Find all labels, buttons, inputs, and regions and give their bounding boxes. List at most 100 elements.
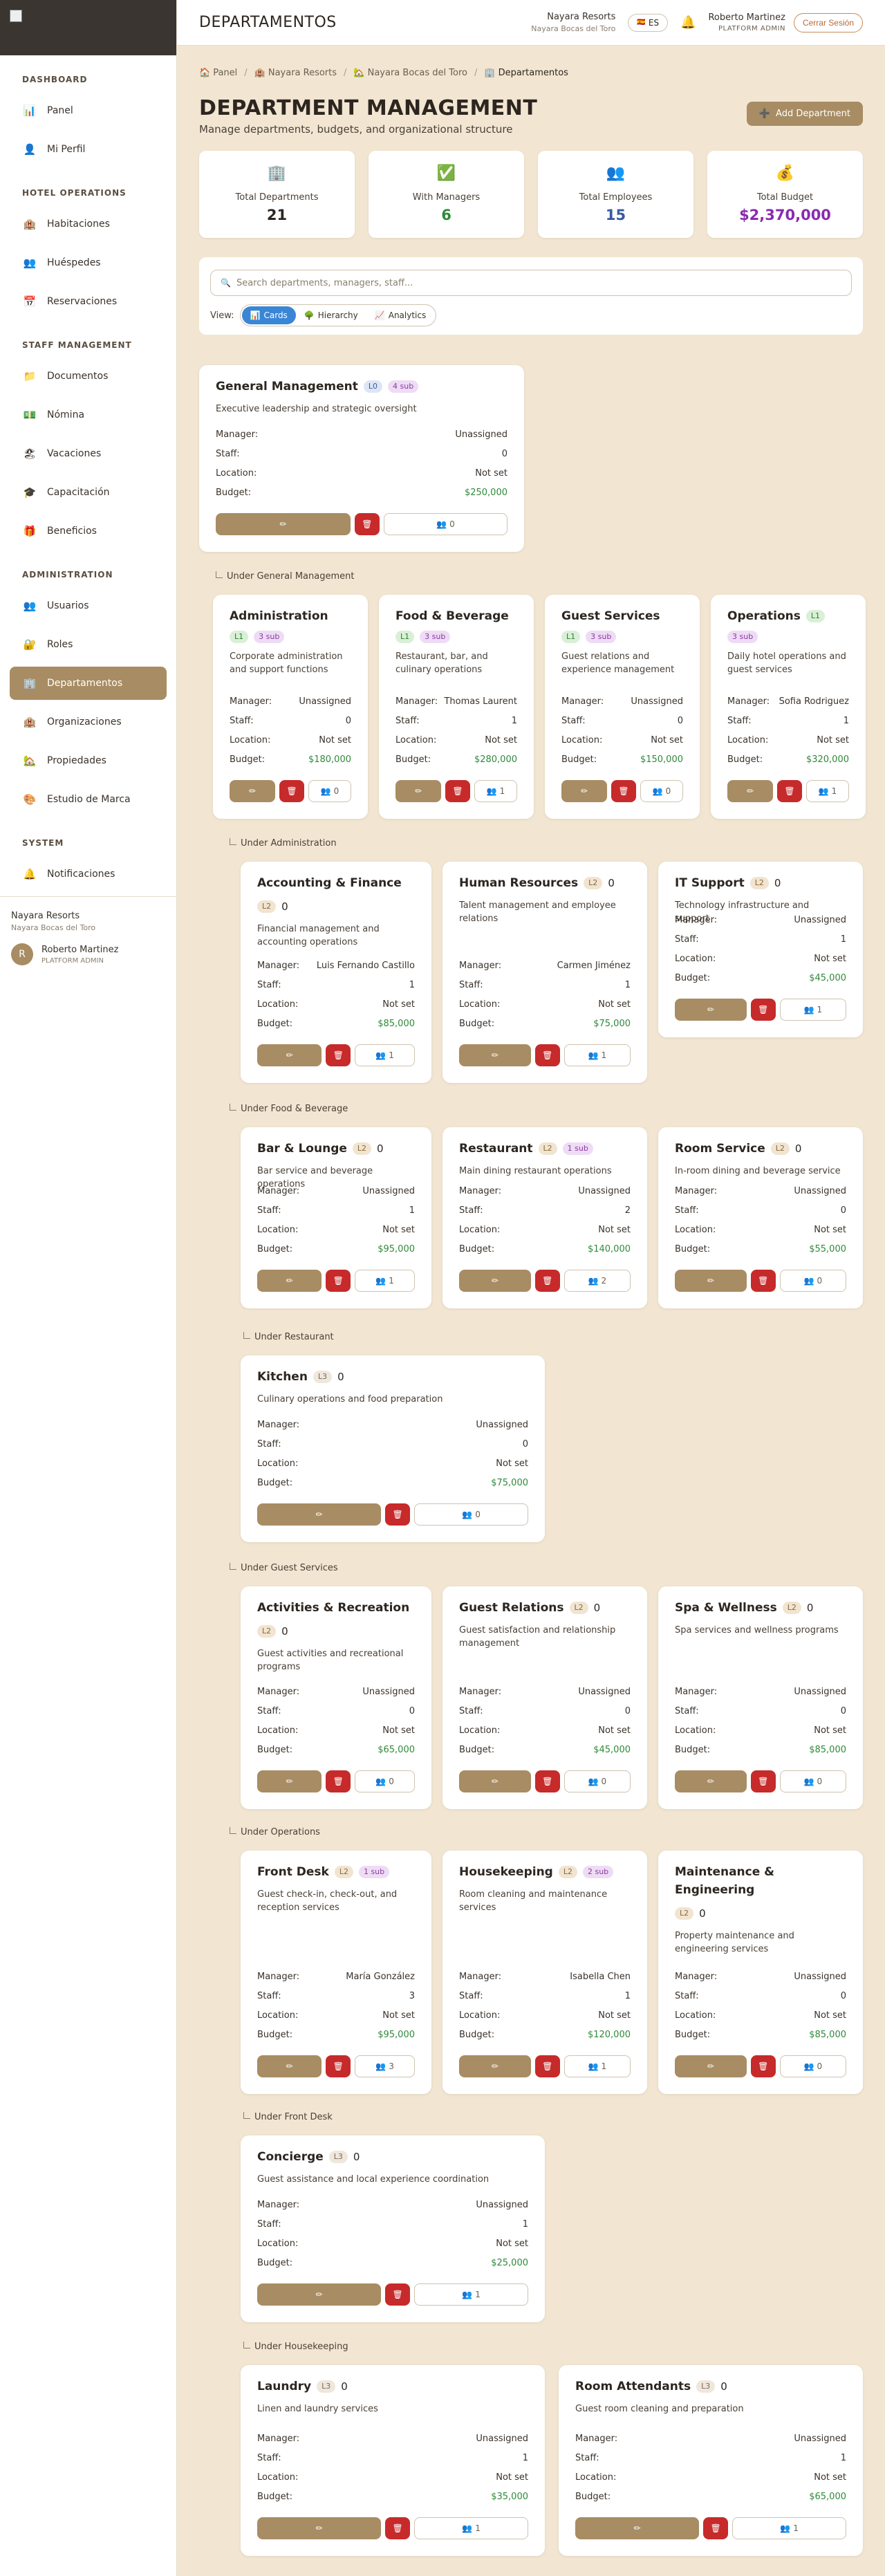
sidebar-item-habitaciones[interactable]: 🏨 Habitaciones	[10, 207, 167, 241]
breadcrumb-item-org[interactable]: 🏨 Nayara Resorts	[254, 68, 337, 78]
department-card[interactable]: Bar & Lounge L2 0 Bar service and beverag…	[241, 1127, 431, 1308]
view-staff-button[interactable]: 👥 0	[355, 1770, 415, 1792]
delete-button[interactable]: 🗑	[354, 513, 380, 535]
edit-button[interactable]: ✏	[257, 2283, 382, 2306]
department-card[interactable]: General Management L0 4 sub Executive lea…	[199, 365, 524, 552]
view-staff-button[interactable]: 👥 1	[779, 999, 846, 1021]
delete-button[interactable]: 🗑	[750, 1270, 776, 1292]
edit-button[interactable]: ✏	[395, 780, 441, 802]
view-staff-button[interactable]: 👥 1	[563, 2055, 631, 2077]
sidebar-item-notificaciones[interactable]: 🔔 Notificaciones	[10, 858, 167, 891]
edit-button[interactable]: ✏	[459, 2055, 531, 2077]
view-analytics-button[interactable]: 📈 Analytics	[366, 306, 434, 324]
view-staff-button[interactable]: 👥 0	[563, 1770, 631, 1792]
delete-button[interactable]: 🗑	[326, 1770, 351, 1792]
edit-button[interactable]: ✏	[675, 2055, 747, 2077]
edit-button[interactable]: ✏	[675, 1770, 747, 1792]
sidebar-item-organizaciones[interactable]: 🏨 Organizaciones	[10, 705, 167, 739]
view-staff-button[interactable]: 👥 0	[779, 2055, 846, 2077]
department-card[interactable]: Room Attendants L3 0 Guest room cleaning …	[559, 2365, 863, 2556]
edit-button[interactable]: ✏	[257, 2055, 322, 2077]
view-staff-button[interactable]: 👥 1	[355, 1270, 415, 1292]
breadcrumb-item-property[interactable]: 🏡 Nayara Bocas del Toro	[353, 68, 467, 78]
delete-button[interactable]: 🗑	[326, 1270, 351, 1292]
department-card[interactable]: Spa & Wellness L2 0 Spa services and well…	[658, 1586, 863, 1809]
delete-button[interactable]: 🗑	[445, 780, 470, 802]
sidebar-item-usuarios[interactable]: 👥 Usuarios	[10, 589, 167, 622]
edit-button[interactable]: ✏	[561, 780, 607, 802]
delete-button[interactable]: 🗑	[326, 2055, 351, 2077]
sidebar-item-mi-perfil[interactable]: 👤 Mi Perfil	[10, 133, 167, 166]
department-card[interactable]: Maintenance & Engineering L2 0 Property m…	[658, 1851, 863, 2094]
view-staff-button[interactable]: 👥 1	[732, 2517, 846, 2539]
department-card[interactable]: Laundry L3 0 Linen and laundry services M…	[241, 2365, 545, 2556]
department-card[interactable]: Kitchen L3 0 Culinary operations and food…	[241, 1355, 545, 1542]
department-card[interactable]: Food & Beverage L1 3 sub Restaurant, bar,…	[379, 595, 534, 819]
edit-button[interactable]: ✏	[257, 1044, 322, 1066]
view-staff-button[interactable]: 👥 2	[563, 1270, 631, 1292]
delete-button[interactable]: 🗑	[750, 999, 776, 1021]
department-card[interactable]: Accounting & Finance L2 0 Financial manag…	[241, 862, 431, 1083]
breadcrumb-item-panel[interactable]: 🏠 Panel	[199, 68, 237, 78]
department-card[interactable]: Operations L1 3 sub Daily hotel operation…	[711, 595, 866, 819]
sidebar-item-estudio-de-marca[interactable]: 🎨 Estudio de Marca	[10, 783, 167, 816]
sidebar-item-vacaciones[interactable]: 🏖 Vacaciones	[10, 437, 167, 470]
delete-button[interactable]: 🗑	[326, 1044, 351, 1066]
delete-button[interactable]: 🗑	[750, 1770, 776, 1792]
view-staff-button[interactable]: 👥 0	[308, 780, 351, 802]
sidebar-item-departamentos[interactable]: 🏢 Departamentos	[10, 667, 167, 700]
delete-button[interactable]: 🗑	[777, 780, 802, 802]
edit-button[interactable]: ✏	[257, 1503, 382, 1526]
view-cards-button[interactable]: 📊 Cards	[241, 306, 296, 324]
department-card[interactable]: IT Support L2 0 Technology infrastructure…	[658, 862, 863, 1037]
view-staff-button[interactable]: 👥 1	[474, 780, 517, 802]
property-selector[interactable]: Nayara Resorts Nayara Bocas del Toro	[531, 12, 615, 33]
sidebar-item-huespedes[interactable]: 👥 Huéspedes	[10, 246, 167, 279]
sidebar-item-nomina[interactable]: 💵 Nómina	[10, 398, 167, 432]
sidebar-item-propiedades[interactable]: 🏡 Propiedades	[10, 744, 167, 777]
edit-button[interactable]: ✏	[257, 1270, 322, 1292]
department-card[interactable]: Housekeeping L2 2 sub Room cleaning and m…	[442, 1851, 647, 2094]
view-staff-button[interactable]: 👥 0	[779, 1770, 846, 1792]
view-staff-button[interactable]: 👥 3	[355, 2055, 415, 2077]
department-card[interactable]: Guest Relations L2 0 Guest satisfaction a…	[442, 1586, 647, 1809]
add-department-button[interactable]: ➕ Add Department	[746, 102, 863, 126]
department-card[interactable]: Human Resources L2 0 Talent management an…	[442, 862, 647, 1083]
delete-button[interactable]: 🗑	[703, 2517, 729, 2539]
delete-button[interactable]: 🗑	[534, 2055, 560, 2077]
bell-icon[interactable]: 🔔	[680, 15, 696, 30]
delete-button[interactable]: 🗑	[385, 2517, 411, 2539]
view-staff-button[interactable]: 👥 1	[355, 1044, 415, 1066]
view-staff-button[interactable]: 👥 0	[779, 1270, 846, 1292]
edit-button[interactable]: ✏	[459, 1270, 531, 1292]
delete-button[interactable]: 🗑	[534, 1044, 560, 1066]
delete-button[interactable]: 🗑	[534, 1270, 560, 1292]
sidebar-user[interactable]: R Roberto Martinez PLATFORM ADMIN	[11, 943, 166, 965]
edit-button[interactable]: ✏	[230, 780, 275, 802]
view-staff-button[interactable]: 👥 0	[414, 1503, 528, 1526]
edit-button[interactable]: ✏	[216, 513, 351, 535]
search-input[interactable]: 🔍 Search departments, managers, staff...	[210, 270, 852, 296]
view-staff-button[interactable]: 👥 0	[383, 513, 507, 535]
department-card[interactable]: Restaurant L2 1 sub Main dining restauran…	[442, 1127, 647, 1308]
edit-button[interactable]: ✏	[257, 2517, 382, 2539]
delete-button[interactable]: 🗑	[385, 2283, 411, 2306]
edit-button[interactable]: ✏	[727, 780, 773, 802]
sidebar-item-beneficios[interactable]: 🎁 Beneficios	[10, 515, 167, 548]
sidebar-item-capacitacion[interactable]: 🎓 Capacitación	[10, 476, 167, 509]
department-card[interactable]: Administration L1 3 sub Corporate adminis…	[213, 595, 368, 819]
department-card[interactable]: Front Desk L2 1 sub Guest check-in, check…	[241, 1851, 431, 2094]
delete-button[interactable]: 🗑	[385, 1503, 411, 1526]
department-card[interactable]: Guest Services L1 3 sub Guest relations a…	[545, 595, 700, 819]
edit-button[interactable]: ✏	[575, 2517, 700, 2539]
department-card[interactable]: Concierge L3 0 Guest assistance and local…	[241, 2135, 545, 2322]
logout-button[interactable]: Cerrar Sesión	[793, 12, 863, 33]
sidebar-item-roles[interactable]: 🔐 Roles	[10, 628, 167, 661]
delete-button[interactable]: 🗑	[534, 1770, 560, 1792]
view-staff-button[interactable]: 👥 1	[414, 2283, 528, 2306]
sidebar-item-panel[interactable]: 📊 Panel	[10, 94, 167, 127]
delete-button[interactable]: 🗑	[611, 780, 636, 802]
edit-button[interactable]: ✏	[257, 1770, 322, 1792]
edit-button[interactable]: ✏	[459, 1044, 531, 1066]
view-staff-button[interactable]: 👥 1	[563, 1044, 631, 1066]
